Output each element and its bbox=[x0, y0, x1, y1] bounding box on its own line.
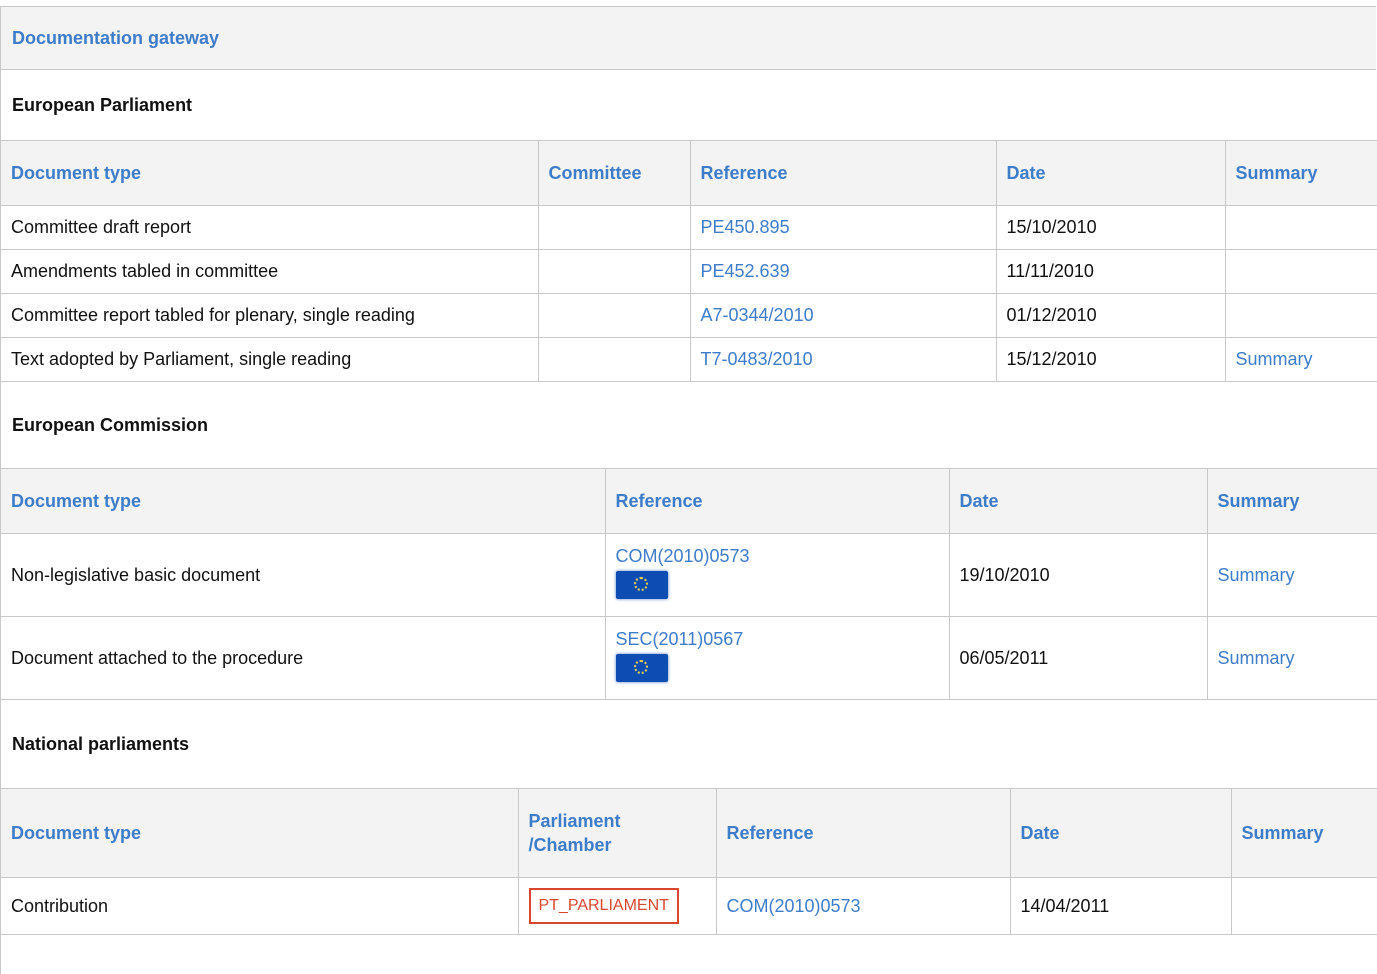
reference-link[interactable]: PE452.639 bbox=[701, 261, 790, 281]
reference-link[interactable]: COM(2010)0573 bbox=[616, 546, 939, 567]
col-header-summary[interactable]: Summary bbox=[1224, 140, 1377, 206]
chamber-cell: PT_PARLIAMENT bbox=[517, 877, 717, 935]
col-header-date[interactable]: Date bbox=[1009, 788, 1232, 878]
summary-cell bbox=[1224, 293, 1377, 338]
gateway-title: Documentation gateway bbox=[1, 6, 1376, 70]
reference-cell: T7-0483/2010 bbox=[689, 337, 997, 382]
document-type-cell: Committee draft report bbox=[1, 205, 539, 250]
np-documents-table: Document type Parliament /Chamber Refere… bbox=[1, 788, 1377, 935]
date-cell: 06/05/2011 bbox=[948, 616, 1208, 700]
col-header-reference[interactable]: Reference bbox=[715, 788, 1011, 878]
date-cell: 14/04/2011 bbox=[1009, 877, 1232, 935]
document-type-cell: Document attached to the procedure bbox=[1, 616, 606, 700]
reference-link[interactable]: A7-0344/2010 bbox=[701, 305, 814, 325]
date-cell: 19/10/2010 bbox=[948, 533, 1208, 617]
document-type-cell: Contribution bbox=[1, 877, 519, 935]
eu-flag-icon[interactable] bbox=[615, 654, 668, 682]
document-type-cell: Text adopted by Parliament, single readi… bbox=[1, 337, 539, 382]
date-cell: 11/11/2010 bbox=[995, 249, 1226, 294]
document-type-cell: Non-legislative basic document bbox=[1, 533, 606, 617]
reference-cell: SEC(2011)0567 bbox=[604, 616, 950, 700]
col-header-reference[interactable]: Reference bbox=[604, 468, 950, 534]
summary-cell: Summary bbox=[1206, 616, 1377, 700]
table-row: Non-legislative basic document COM(2010)… bbox=[1, 533, 1377, 617]
reference-cell: COM(2010)0573 bbox=[604, 533, 950, 617]
table-row: Committee report tabled for plenary, sin… bbox=[1, 293, 1377, 338]
section-title-national-parliaments: National parliaments bbox=[12, 733, 190, 754]
reference-cell: PE452.639 bbox=[689, 249, 997, 294]
ep-documents-table: Document type Committee Reference Date S… bbox=[1, 140, 1377, 382]
committee-cell bbox=[537, 249, 691, 294]
col-header-date[interactable]: Date bbox=[995, 140, 1226, 206]
ec-documents-table: Document type Reference Date Summary Non… bbox=[1, 468, 1377, 700]
col-header-reference[interactable]: Reference bbox=[689, 140, 997, 206]
table-row: Amendments tabled in committee PE452.639… bbox=[1, 249, 1377, 294]
date-cell: 01/12/2010 bbox=[995, 293, 1226, 338]
table-row: Committee draft report PE450.895 15/10/2… bbox=[1, 205, 1377, 250]
col-header-document-type[interactable]: Document type bbox=[1, 140, 539, 206]
reference-cell: PE450.895 bbox=[689, 205, 997, 250]
col-header-date[interactable]: Date bbox=[948, 468, 1208, 534]
col-header-summary[interactable]: Summary bbox=[1230, 788, 1377, 878]
summary-cell bbox=[1230, 877, 1377, 935]
summary-cell: Summary bbox=[1224, 337, 1377, 382]
committee-cell bbox=[537, 205, 691, 250]
reference-link[interactable]: COM(2010)0573 bbox=[727, 896, 861, 916]
col-header-document-type[interactable]: Document type bbox=[1, 468, 606, 534]
table-row: Document attached to the procedure SEC(2… bbox=[1, 616, 1377, 700]
table-header-row: Document type Parliament /Chamber Refere… bbox=[1, 788, 1377, 878]
col-header-summary[interactable]: Summary bbox=[1206, 468, 1377, 534]
summary-link[interactable]: Summary bbox=[1218, 565, 1295, 585]
section-title-european-parliament: European Parliament bbox=[12, 94, 193, 115]
reference-link[interactable]: T7-0483/2010 bbox=[701, 349, 813, 369]
table-header-row: Document type Committee Reference Date S… bbox=[1, 140, 1377, 206]
reference-cell: A7-0344/2010 bbox=[689, 293, 997, 338]
reference-link[interactable]: PE450.895 bbox=[701, 217, 790, 237]
documentation-gateway-panel: Documentation gateway European Parliamen… bbox=[0, 6, 1377, 974]
table-row: Contribution PT_PARLIAMENT COM(2010)0573… bbox=[1, 877, 1377, 935]
summary-link[interactable]: Summary bbox=[1218, 648, 1295, 668]
table-row: Text adopted by Parliament, single readi… bbox=[1, 337, 1377, 382]
table-header-row: Document type Reference Date Summary bbox=[1, 468, 1377, 534]
summary-cell bbox=[1224, 205, 1377, 250]
date-cell: 15/10/2010 bbox=[995, 205, 1226, 250]
reference-link[interactable]: SEC(2011)0567 bbox=[616, 629, 939, 650]
summary-cell bbox=[1224, 249, 1377, 294]
reference-cell: COM(2010)0573 bbox=[715, 877, 1011, 935]
section-title-european-commission: European Commission bbox=[12, 414, 209, 435]
chamber-badge[interactable]: PT_PARLIAMENT bbox=[528, 888, 679, 924]
committee-cell bbox=[537, 293, 691, 338]
date-cell: 15/12/2010 bbox=[995, 337, 1226, 382]
summary-cell: Summary bbox=[1206, 533, 1377, 617]
col-header-committee[interactable]: Committee bbox=[537, 140, 691, 206]
col-header-parliament-chamber[interactable]: Parliament /Chamber bbox=[517, 788, 717, 878]
document-type-cell: Committee report tabled for plenary, sin… bbox=[1, 293, 539, 338]
committee-cell bbox=[537, 337, 691, 382]
summary-link[interactable]: Summary bbox=[1236, 349, 1313, 369]
document-type-cell: Amendments tabled in committee bbox=[1, 249, 539, 294]
eu-flag-icon[interactable] bbox=[615, 571, 668, 599]
col-header-document-type[interactable]: Document type bbox=[1, 788, 519, 878]
